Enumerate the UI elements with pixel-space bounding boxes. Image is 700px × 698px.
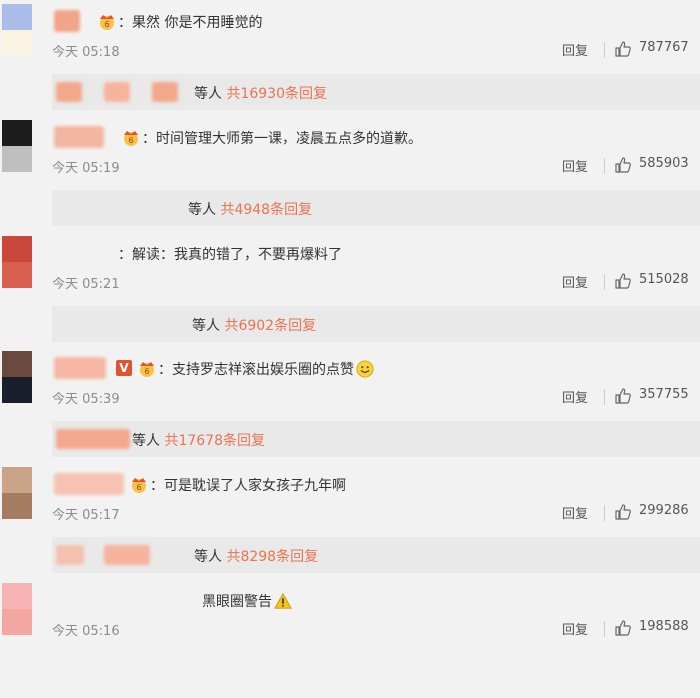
like-count: 585903 <box>639 156 689 171</box>
comment-text: ：可是耽误了人家女孩子九年啊 <box>150 478 346 494</box>
reply-button[interactable]: 回复 <box>562 272 588 291</box>
avatar[interactable] <box>2 4 32 56</box>
comment-item: 黑眼圈警告 今天 05:16 回复 198588 <box>0 583 700 698</box>
comment-item: 6 ：果然 你是不用睡觉的 今天 05:18 回复 787767 等人 共169… <box>0 4 700 119</box>
divider <box>604 389 605 405</box>
comment-text: ：果然 你是不用睡觉的 <box>118 15 263 31</box>
thumbs-up-icon[interactable] <box>614 272 632 290</box>
replier-avatars-blurred <box>152 82 178 102</box>
comment-time: 今天 05:39 <box>52 392 120 407</box>
thumbs-up-icon[interactable] <box>614 156 632 174</box>
reply-thread-bar[interactable]: 等人 共17678条回复 <box>52 421 700 457</box>
comment-time: 今天 05:18 <box>52 45 120 60</box>
comment-text: ：解读：我真的错了，不要再爆料了 <box>118 247 342 263</box>
divider <box>604 42 605 58</box>
like-count: 515028 <box>639 272 689 287</box>
replier-avatars-blurred <box>56 545 84 565</box>
replier-avatars-blurred <box>56 82 82 102</box>
reply-thread-text[interactable]: 等人 共17678条回复 <box>132 430 265 450</box>
vip-badge-icon: V <box>116 360 132 376</box>
reply-button[interactable]: 回复 <box>562 156 588 175</box>
comment-text: ：时间管理大师第一课，凌晨五点多的道歉。 <box>142 131 422 147</box>
crown-badge-icon: 6 <box>136 360 158 378</box>
svg-text:6: 6 <box>128 136 133 145</box>
comment-item: 6 ：可是耽误了人家女孩子九年啊 今天 05:17 回复 299286 等人 共… <box>0 467 700 582</box>
like-count: 299286 <box>639 503 689 518</box>
reply-thread-bar[interactable]: 等人 共8298条回复 <box>52 537 700 573</box>
thumbs-up-icon[interactable] <box>614 503 632 521</box>
avatar[interactable] <box>2 467 32 519</box>
comment-text: ：支持罗志祥滚出娱乐圈的点赞 <box>158 359 374 379</box>
reply-thread-text[interactable]: 等人 共4948条回复 <box>188 199 312 219</box>
reply-thread-text[interactable]: 等人 共6902条回复 <box>192 315 316 335</box>
replier-avatars-blurred <box>104 82 130 102</box>
avatar[interactable] <box>2 236 32 288</box>
avatar[interactable] <box>2 583 32 635</box>
crown-badge-icon: 6 <box>128 476 150 494</box>
like-count: 357755 <box>639 387 689 402</box>
reply-thread-bar[interactable]: 等人 共6902条回复 <box>52 306 700 342</box>
replier-avatars-blurred <box>104 545 150 565</box>
warning-emoji-icon <box>274 592 292 609</box>
svg-text:6: 6 <box>104 20 109 29</box>
divider <box>604 158 605 174</box>
reply-button[interactable]: 回复 <box>562 619 588 638</box>
thumbs-up-icon[interactable] <box>614 619 632 637</box>
crown-badge-icon: 6 <box>96 13 118 31</box>
reply-thread-bar[interactable]: 等人 共16930条回复 <box>52 74 700 110</box>
thumbs-up-icon[interactable] <box>614 387 632 405</box>
divider <box>604 505 605 521</box>
username-blurred[interactable] <box>54 473 124 495</box>
reply-thread-text[interactable]: 等人 共8298条回复 <box>194 546 318 566</box>
thumbs-up-icon[interactable] <box>614 40 632 58</box>
reply-thread-text[interactable]: 等人 共16930条回复 <box>194 83 327 103</box>
comment-time: 今天 05:19 <box>52 161 120 176</box>
crown-badge-icon: 6 <box>120 129 142 147</box>
reply-thread-bar[interactable]: 等人 共4948条回复 <box>52 190 700 226</box>
divider <box>604 621 605 637</box>
replier-avatars-blurred <box>56 429 130 449</box>
divider <box>604 274 605 290</box>
comment-item: ：解读：我真的错了，不要再爆料了 今天 05:21 回复 515028 等人 共… <box>0 236 700 351</box>
reply-button[interactable]: 回复 <box>562 40 588 59</box>
username-blurred[interactable] <box>54 10 80 32</box>
username-blurred[interactable] <box>54 357 106 379</box>
comment-text: 黑眼圈警告 <box>202 591 292 611</box>
avatar[interactable] <box>2 120 32 172</box>
svg-text:6: 6 <box>136 483 141 492</box>
svg-text:6: 6 <box>144 367 149 376</box>
comment-item: 6 ：时间管理大师第一课，凌晨五点多的道歉。 今天 05:19 回复 58590… <box>0 120 700 235</box>
like-count: 198588 <box>639 619 689 634</box>
like-count: 787767 <box>639 40 689 55</box>
smiley-emoji-icon <box>356 360 374 378</box>
avatar[interactable] <box>2 351 32 403</box>
reply-button[interactable]: 回复 <box>562 387 588 406</box>
username-blurred[interactable] <box>54 126 104 148</box>
comment-time: 今天 05:17 <box>52 508 120 523</box>
comment-time: 今天 05:16 <box>52 624 120 639</box>
comment-time: 今天 05:21 <box>52 277 120 292</box>
reply-button[interactable]: 回复 <box>562 503 588 522</box>
comment-item: V 6 ：支持罗志祥滚出娱乐圈的点赞 今天 05:39 回复 357755 等人… <box>0 351 700 466</box>
